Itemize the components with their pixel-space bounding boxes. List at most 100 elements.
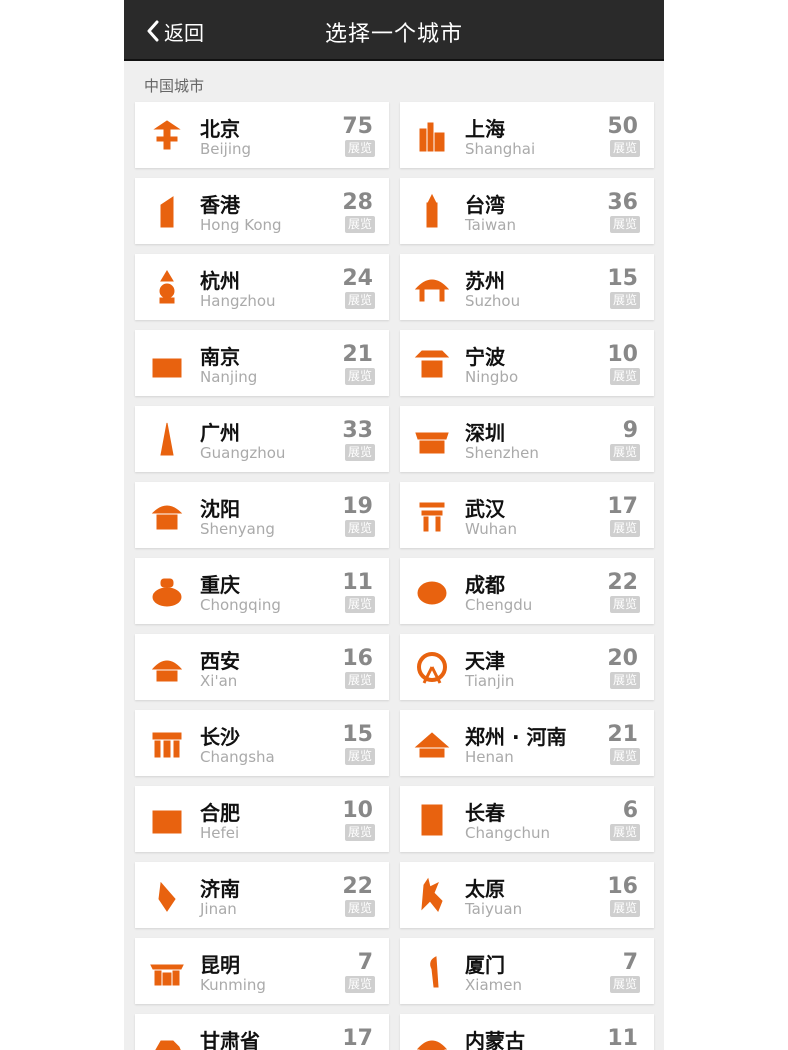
city-card[interactable]: 长春 Changchun 6 展览	[400, 786, 654, 852]
city-name: 香港	[200, 193, 240, 217]
horse-icon	[147, 1027, 187, 1050]
city-name: 太原	[465, 877, 505, 901]
city-card[interactable]: 武汉 Wuhan 17 展览	[400, 482, 654, 548]
exhibition-count: 50	[607, 114, 638, 139]
page-title: 选择一个城市	[324, 22, 463, 47]
exhibition-badge: 展览	[344, 672, 375, 689]
city-name: 沈阳	[200, 497, 240, 521]
city-grid: 北京 Beijing 75 展览 上海 Shanghai 50 展览 香港 Hong Kong 28…	[135, 102, 654, 1050]
city-card[interactable]: 太原 Taiyuan 16 展览	[400, 862, 654, 928]
exhibition-count: 20	[607, 646, 638, 671]
city-name: 上海	[465, 117, 505, 141]
building-icon	[147, 799, 187, 839]
exhibition-badge: 展览	[344, 140, 375, 157]
city-card[interactable]: 广州 Guangzhou 33 展览	[135, 406, 389, 472]
city-card[interactable]: 西安 Xi'an 16 展览	[135, 634, 389, 700]
pagoda-tower-icon	[412, 191, 452, 231]
city-card[interactable]: 宁波 Ningbo 10 展览	[400, 330, 654, 396]
exhibition-badge: 展览	[609, 900, 640, 917]
exhibition-badge: 展览	[344, 292, 375, 309]
canton-tower-icon	[147, 419, 187, 459]
exhibition-count: 75	[342, 114, 373, 139]
yurt-icon	[412, 1027, 452, 1050]
exhibition-count: 22	[342, 874, 373, 899]
city-card[interactable]: 上海 Shanghai 50 展览	[400, 102, 654, 168]
city-card[interactable]: 北京 Beijing 75 展览	[135, 102, 389, 168]
city-name-en: Xiamen	[465, 976, 522, 994]
city-name-en: Beijing	[200, 140, 252, 158]
exhibition-count: 19	[342, 494, 373, 519]
city-card[interactable]: 成都 Chengdu 22 展览	[400, 558, 654, 624]
city-card[interactable]: 深圳 Shenzhen 9 展览	[400, 406, 654, 472]
exhibition-badge: 展览	[609, 520, 640, 537]
city-name-en: Jinan	[200, 900, 237, 918]
exhibition-count: 7	[622, 950, 638, 975]
city-name-en: Shenzhen	[465, 444, 539, 462]
city-card[interactable]: 重庆 Chongqing 11 展览	[135, 558, 389, 624]
panda-icon	[412, 571, 452, 611]
city-name-en: Shenyang	[200, 520, 275, 538]
exhibition-count: 7	[357, 950, 373, 975]
city-name: 合肥	[200, 801, 240, 825]
city-name: 天津	[465, 649, 505, 673]
city-card[interactable]: 长沙 Changsha 15 展览	[135, 710, 389, 776]
city-name-en: Nanjing	[200, 368, 258, 386]
exhibition-count: 28	[342, 190, 373, 215]
city-name: 台湾	[465, 193, 505, 217]
city-name-en: Guangzhou	[200, 444, 286, 462]
city-card[interactable]: 厦门 Xiamen 7 展览	[400, 938, 654, 1004]
city-card[interactable]: 南京 Nanjing 21 展览	[135, 330, 389, 396]
exhibition-count: 16	[342, 646, 373, 671]
fountain-icon	[147, 875, 187, 915]
city-name: 杭州	[200, 269, 240, 293]
temple-roof-icon	[412, 723, 452, 763]
city-card[interactable]: 内蒙古11展览	[400, 1014, 654, 1050]
city-name: 济南	[200, 877, 240, 901]
city-card[interactable]: 杭州 Hangzhou 24 展览	[135, 254, 389, 320]
city-card[interactable]: 台湾 Taiwan 36 展览	[400, 178, 654, 244]
exhibition-count: 21	[342, 342, 373, 367]
city-card[interactable]: 郑州 · 河南 Henan 21 展览	[400, 710, 654, 776]
city-card[interactable]: 合肥 Hefei 10 展览	[135, 786, 389, 852]
city-name: 宁波	[465, 345, 505, 369]
exhibition-badge: 展览	[344, 216, 375, 233]
exhibition-count: 10	[342, 798, 373, 823]
city-name: 昆明	[200, 953, 240, 977]
landmark-icon	[147, 115, 187, 155]
city-card[interactable]: 昆明 Kunming 7 展览	[135, 938, 389, 1004]
exhibition-badge: 展览	[609, 140, 640, 157]
city-card[interactable]: 沈阳 Shenyang 19 展览	[135, 482, 389, 548]
palace-icon	[147, 495, 187, 535]
exhibition-count: 17	[607, 494, 638, 519]
city-card[interactable]: 济南 Jinan 22 展览	[135, 862, 389, 928]
screen: 返回 选择一个城市 中国城市 北京 Beijing 75 展览 上海 Shanghai 50…	[124, 0, 664, 1050]
nav-bar: 返回 选择一个城市	[124, 0, 664, 61]
exhibition-badge: 展览	[609, 976, 640, 993]
city-name-en: Changchun	[465, 824, 550, 842]
city-name: 甘肃省	[200, 1029, 260, 1050]
city-card[interactable]: 香港 Hong Kong 28 展览	[135, 178, 389, 244]
city-card[interactable]: 天津 Tianjin 20 展览	[400, 634, 654, 700]
exhibition-badge: 展览	[344, 976, 375, 993]
exhibition-count: 22	[607, 570, 638, 595]
exhibition-count: 9	[622, 418, 638, 443]
city-card[interactable]: 苏州 Suzhou 15 展览	[400, 254, 654, 320]
pavilion-icon	[412, 267, 452, 307]
gate-icon	[412, 419, 452, 459]
city-name-en: Taiwan	[465, 216, 517, 234]
frame-gate-icon	[412, 799, 452, 839]
exhibition-badge: 展览	[344, 444, 375, 461]
exhibition-badge: 展览	[344, 596, 375, 613]
exhibition-badge: 展览	[609, 672, 640, 689]
city-card[interactable]: 甘肃省17展览	[135, 1014, 389, 1050]
city-name-en: Hangzhou	[200, 292, 276, 310]
city-name-en: Changsha	[200, 748, 275, 766]
city-name: 成都	[465, 573, 505, 597]
pagoda-icon	[147, 267, 187, 307]
archway-gate-icon	[147, 951, 187, 991]
exhibition-count: 6	[622, 798, 638, 823]
archway-icon	[147, 723, 187, 763]
exhibition-count: 36	[607, 190, 638, 215]
exhibition-count: 10	[607, 342, 638, 367]
city-name: 长春	[465, 801, 505, 825]
